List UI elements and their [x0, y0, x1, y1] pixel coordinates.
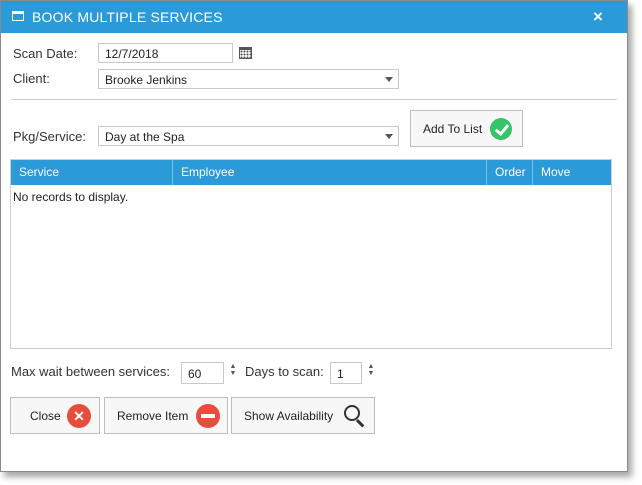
- days-scan-input[interactable]: 1: [330, 362, 362, 384]
- add-to-list-label: Add To List: [423, 121, 483, 136]
- client-select[interactable]: Brooke Jenkins: [98, 69, 399, 89]
- close-button-label: Close: [30, 408, 61, 423]
- close-button[interactable]: Close ✕: [10, 397, 100, 434]
- minus-circle-icon: [196, 404, 220, 428]
- dropdown-icon: [385, 134, 393, 139]
- column-employee[interactable]: Employee: [173, 160, 487, 185]
- show-availability-button[interactable]: Show Availability: [231, 397, 375, 434]
- service-value: Day at the Spa: [105, 130, 185, 144]
- x-circle-icon: ✕: [67, 404, 91, 428]
- remove-item-label: Remove Item: [117, 408, 189, 423]
- dropdown-icon: [385, 77, 393, 82]
- client-value: Brooke Jenkins: [105, 73, 188, 87]
- service-label: Pkg/Service:: [13, 129, 86, 144]
- days-scan-stepper[interactable]: ▲ ▼: [367, 363, 375, 377]
- checkmark-icon: [490, 118, 512, 140]
- column-order[interactable]: Order: [487, 160, 533, 185]
- separator: [11, 99, 617, 100]
- scan-date-input[interactable]: 12/7/2018: [98, 43, 233, 63]
- service-select[interactable]: Day at the Spa: [98, 126, 399, 146]
- show-availability-label: Show Availability: [244, 408, 334, 423]
- max-wait-stepper[interactable]: ▲ ▼: [229, 363, 237, 377]
- services-table: Service Employee Order Move No records t…: [10, 159, 612, 349]
- add-to-list-button[interactable]: Add To List: [410, 110, 523, 147]
- column-move[interactable]: Move: [533, 160, 611, 185]
- max-wait-input[interactable]: 60: [181, 362, 224, 384]
- table-header: Service Employee Order Move: [11, 160, 611, 185]
- empty-message: No records to display.: [13, 190, 129, 204]
- remove-item-button[interactable]: Remove Item: [104, 397, 228, 434]
- days-scan-label: Days to scan:: [245, 364, 324, 379]
- window-icon: [12, 11, 24, 21]
- client-label: Client:: [13, 71, 50, 86]
- calendar-icon[interactable]: [239, 47, 252, 59]
- column-service[interactable]: Service: [11, 160, 173, 185]
- max-wait-label: Max wait between services:: [11, 364, 170, 379]
- magnifier-icon: [344, 405, 360, 421]
- close-icon[interactable]: ×: [593, 7, 603, 27]
- scan-date-label: Scan Date:: [13, 46, 78, 61]
- title-bar: BOOK MULTIPLE SERVICES ×: [1, 1, 627, 33]
- book-services-dialog: BOOK MULTIPLE SERVICES × Scan Date: 12/7…: [0, 0, 628, 472]
- dialog-title: BOOK MULTIPLE SERVICES: [32, 9, 223, 25]
